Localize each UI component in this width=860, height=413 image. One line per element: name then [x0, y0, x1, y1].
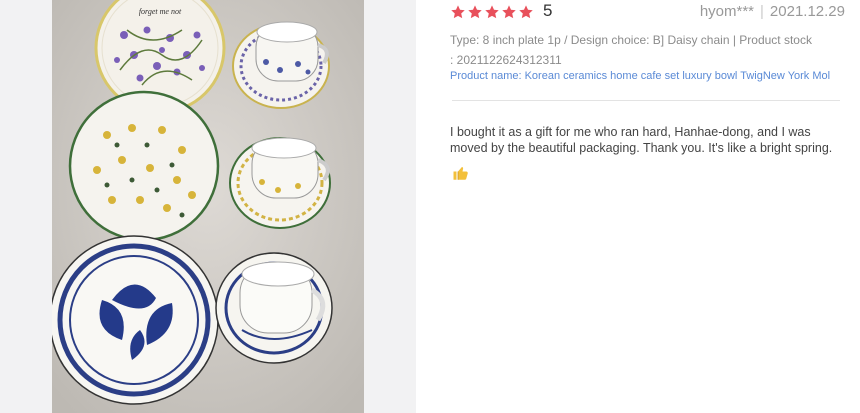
bottom-cup-saucer [215, 252, 333, 364]
star-icon [519, 5, 533, 19]
svg-text:forget me not: forget me not [139, 7, 182, 16]
star-icon [468, 5, 482, 19]
yellow-floral-plate [68, 90, 220, 242]
left-margin [0, 0, 52, 413]
review-text-line-1: I bought it as a gift for me who ran har… [450, 125, 811, 139]
review-header: 5 hyom*** | 2021.12.29 [450, 0, 845, 22]
review-date: 2021.12.29 [769, 2, 845, 20]
star-icon [502, 5, 516, 19]
options-line-2: : 2021122624312311 [450, 53, 562, 67]
rating-score: 5 [543, 1, 553, 20]
reviewer-name: hyom*** [699, 2, 755, 20]
review-text: I bought it as a gift for me who ran har… [450, 124, 840, 156]
meta-separator: | [760, 2, 764, 20]
product-name-link[interactable]: Product name: Korean ceramics home cafe … [450, 70, 830, 82]
star-icon [485, 5, 499, 19]
star-icon [451, 5, 465, 19]
blue-flower-plate [52, 235, 219, 405]
ceramics-photo-illustration: forget me not [52, 0, 364, 413]
divider [452, 100, 840, 101]
top-cup-saucer [232, 21, 330, 109]
review-meta: hyom*** | 2021.12.29 [700, 3, 845, 20]
star-rating [450, 4, 534, 20]
middle-cup-saucer [229, 137, 331, 229]
options-line-1: Type: 8 inch plate 1p / Design choice: B… [450, 33, 812, 47]
thumbs-up-icon [453, 167, 468, 180]
photo-margin [364, 0, 416, 413]
purchase-options: Type: 8 inch plate 1p / Design choice: B… [450, 30, 830, 70]
review-text-line-2: moved by the beautiful packaging. Thank … [450, 141, 833, 155]
review-panel: 5 hyom*** | 2021.12.29 Type: 8 inch plat… [450, 0, 845, 413]
review-photo[interactable]: forget me not [52, 0, 364, 413]
